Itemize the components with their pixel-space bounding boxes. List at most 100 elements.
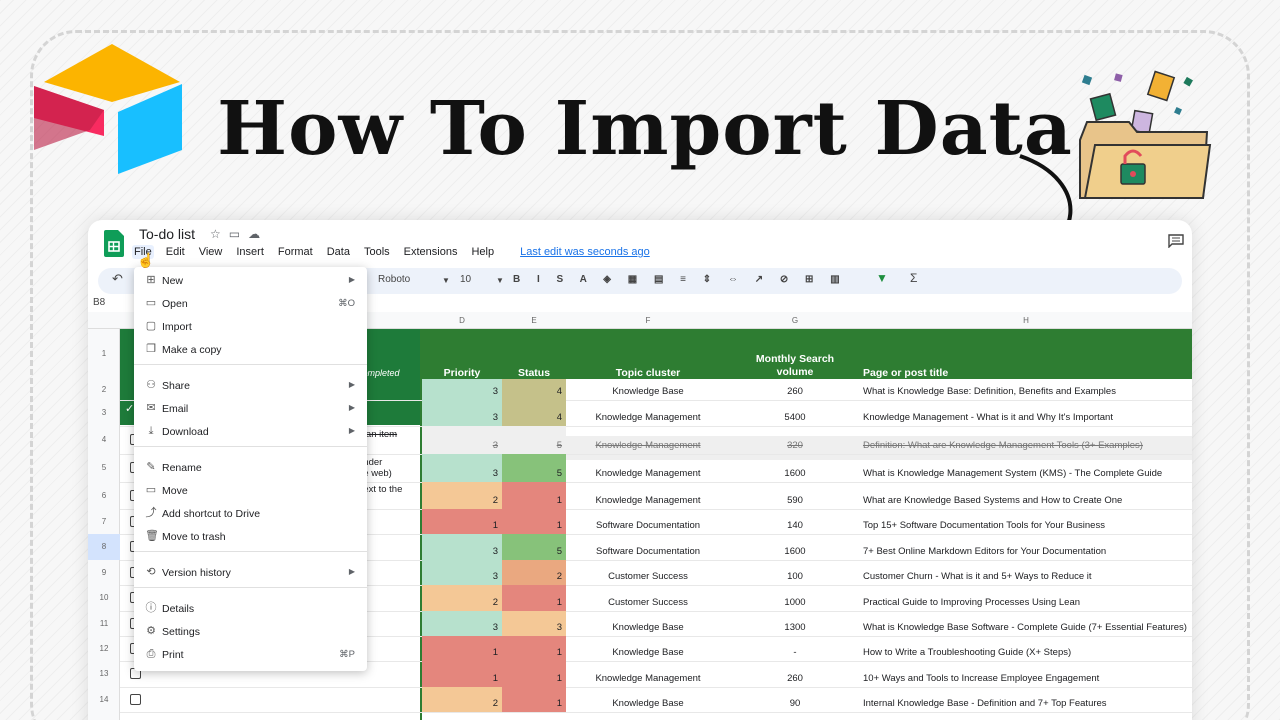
font-selector[interactable]: Roboto bbox=[378, 274, 410, 285]
menu-item-add-shortcut-to-drive[interactable]: ⤴ Add shortcut to Drive bbox=[134, 502, 367, 524]
row-header[interactable]: 13 bbox=[88, 661, 120, 687]
row-header[interactable]: 4 bbox=[88, 426, 120, 454]
status-value[interactable]: 5 bbox=[502, 468, 562, 479]
priority-value[interactable]: 1 bbox=[422, 647, 498, 658]
volume-value[interactable]: 590 bbox=[730, 495, 860, 506]
title-value[interactable]: How to Write a Troubleshooting Guide (X+… bbox=[863, 647, 1192, 658]
row-header[interactable]: 10 bbox=[88, 585, 120, 611]
column-header-f[interactable]: F bbox=[566, 316, 730, 325]
column-header-h[interactable]: H bbox=[860, 316, 1192, 325]
topic-value[interactable]: Knowledge Management bbox=[566, 412, 730, 423]
menu-item-email[interactable]: ✉ Email ▶ bbox=[134, 397, 367, 419]
status-value[interactable]: 2 bbox=[502, 571, 562, 582]
column-header-g[interactable]: G bbox=[730, 316, 860, 325]
status-value[interactable]: 5 bbox=[502, 546, 562, 557]
volume-value[interactable]: 260 bbox=[730, 673, 860, 684]
row-header[interactable]: 1 bbox=[88, 329, 120, 379]
menu-item-download[interactable]: ⤓ Download ▶ bbox=[134, 420, 367, 442]
status-value[interactable]: 1 bbox=[502, 520, 562, 531]
menu-help[interactable]: Help bbox=[469, 245, 496, 259]
row-header[interactable]: 2 bbox=[88, 379, 120, 400]
title-value[interactable]: Definition: What are Knowledge Managemen… bbox=[863, 440, 1192, 451]
task-checkbox[interactable] bbox=[130, 693, 141, 705]
status-value[interactable]: 1 bbox=[502, 698, 562, 709]
topic-value[interactable]: Knowledge Management bbox=[566, 440, 730, 451]
volume-value[interactable]: 320 bbox=[730, 440, 860, 451]
topic-value[interactable]: Customer Success bbox=[566, 571, 730, 582]
priority-value[interactable]: 3 bbox=[422, 386, 498, 397]
title-value[interactable]: Top 15+ Software Documentation Tools for… bbox=[863, 520, 1192, 531]
row-header[interactable]: 9 bbox=[88, 560, 120, 585]
menu-item-print[interactable]: ⎙ Print ⌘P bbox=[134, 643, 367, 665]
topic-value[interactable]: Customer Success bbox=[566, 597, 730, 608]
row-header[interactable]: 3 bbox=[88, 400, 120, 426]
topic-value[interactable]: Knowledge Base bbox=[566, 622, 730, 633]
font-size-selector[interactable]: 10 bbox=[460, 274, 471, 285]
title-value[interactable]: What is Knowledge Base Software - Comple… bbox=[863, 622, 1192, 633]
menu-data[interactable]: Data bbox=[325, 245, 352, 259]
menu-item-move[interactable]: ▭ Move bbox=[134, 479, 367, 501]
status-value[interactable]: 1 bbox=[502, 495, 562, 506]
priority-value[interactable]: 1 bbox=[422, 673, 498, 684]
volume-value[interactable]: 1300 bbox=[730, 622, 860, 633]
priority-value[interactable]: 2 bbox=[422, 698, 498, 709]
cell-reference[interactable]: B8 bbox=[93, 297, 105, 308]
menu-item-open[interactable]: ▭ Open ⌘O bbox=[134, 292, 367, 314]
volume-value[interactable]: 140 bbox=[730, 520, 860, 531]
status-value[interactable]: 3 bbox=[502, 622, 562, 633]
menu-view[interactable]: View bbox=[197, 245, 225, 259]
priority-value[interactable]: 3 bbox=[422, 571, 498, 582]
title-value[interactable]: Customer Churn - What is it and 5+ Ways … bbox=[863, 571, 1192, 582]
priority-value[interactable]: 2 bbox=[422, 495, 498, 506]
undo-icon[interactable]: ↶ bbox=[112, 271, 123, 287]
column-header-e[interactable]: E bbox=[502, 316, 566, 325]
title-value[interactable]: 7+ Best Online Markdown Editors for Your… bbox=[863, 546, 1192, 557]
topic-value[interactable]: Software Documentation bbox=[566, 546, 730, 557]
menu-format[interactable]: Format bbox=[276, 245, 315, 259]
priority-value[interactable]: 3 bbox=[422, 622, 498, 633]
title-value[interactable]: What is Knowledge Management System (KMS… bbox=[863, 468, 1192, 479]
menu-tools[interactable]: Tools bbox=[362, 245, 392, 259]
row-header[interactable]: 12 bbox=[88, 636, 120, 661]
topic-value[interactable]: Software Documentation bbox=[566, 520, 730, 531]
menu-item-share[interactable]: ⚇ Share ▶ bbox=[134, 374, 367, 396]
font-dropdown-icon[interactable]: ▼ bbox=[442, 276, 450, 285]
menu-item-settings[interactable]: ⚙ Settings bbox=[134, 620, 367, 642]
move-folder-icon[interactable]: ▭ bbox=[229, 227, 248, 241]
status-value[interactable]: 4 bbox=[502, 386, 562, 397]
volume-value[interactable]: 90 bbox=[730, 698, 860, 709]
menu-insert[interactable]: Insert bbox=[234, 245, 266, 259]
menu-extensions[interactable]: Extensions bbox=[402, 245, 460, 259]
priority-value[interactable]: 3 bbox=[422, 468, 498, 479]
title-value[interactable]: Practical Guide to Improving Processes U… bbox=[863, 597, 1192, 608]
row-header[interactable]: 14 bbox=[88, 687, 120, 712]
volume-value[interactable]: - bbox=[730, 647, 860, 658]
priority-value[interactable]: 3 bbox=[422, 440, 498, 451]
menu-item-version-history[interactable]: ⟲ Version history ▶ bbox=[134, 561, 367, 583]
priority-value[interactable]: 3 bbox=[422, 546, 498, 557]
status-value[interactable]: 1 bbox=[502, 597, 562, 608]
menu-item-rename[interactable]: ✎ Rename bbox=[134, 456, 367, 478]
title-value[interactable]: What is Knowledge Base: Definition, Bene… bbox=[863, 386, 1192, 397]
volume-value[interactable]: 1000 bbox=[730, 597, 860, 608]
volume-value[interactable]: 100 bbox=[730, 571, 860, 582]
menu-item-details[interactable]: ⓘ Details bbox=[134, 597, 367, 619]
menu-item-import[interactable]: ▢ Import bbox=[134, 315, 367, 337]
status-value[interactable]: 1 bbox=[502, 673, 562, 684]
comment-icon[interactable] bbox=[1168, 234, 1184, 248]
format-icons[interactable]: B I S A ◈ ▦ ▤ ≡ ⇕ ⇔ ↗ ⊘ ⊞ ▥ bbox=[513, 274, 847, 285]
star-icon[interactable]: ☆ bbox=[210, 227, 229, 241]
cloud-icon[interactable]: ☁ bbox=[248, 227, 268, 241]
title-value[interactable]: 10+ Ways and Tools to Increase Employee … bbox=[863, 673, 1192, 684]
topic-value[interactable]: Knowledge Base bbox=[566, 647, 730, 658]
status-value[interactable]: 4 bbox=[502, 412, 562, 423]
volume-value[interactable]: 1600 bbox=[730, 546, 860, 557]
topic-value[interactable]: Knowledge Management bbox=[566, 495, 730, 506]
topic-value[interactable]: Knowledge Base bbox=[566, 386, 730, 397]
row-header[interactable]: 8 bbox=[88, 534, 120, 560]
row-header[interactable]: 11 bbox=[88, 611, 120, 636]
status-value[interactable]: 1 bbox=[502, 647, 562, 658]
topic-value[interactable]: Knowledge Management bbox=[566, 673, 730, 684]
priority-value[interactable]: 1 bbox=[422, 520, 498, 531]
menu-item-make-a-copy[interactable]: ❐ Make a copy bbox=[134, 338, 367, 360]
